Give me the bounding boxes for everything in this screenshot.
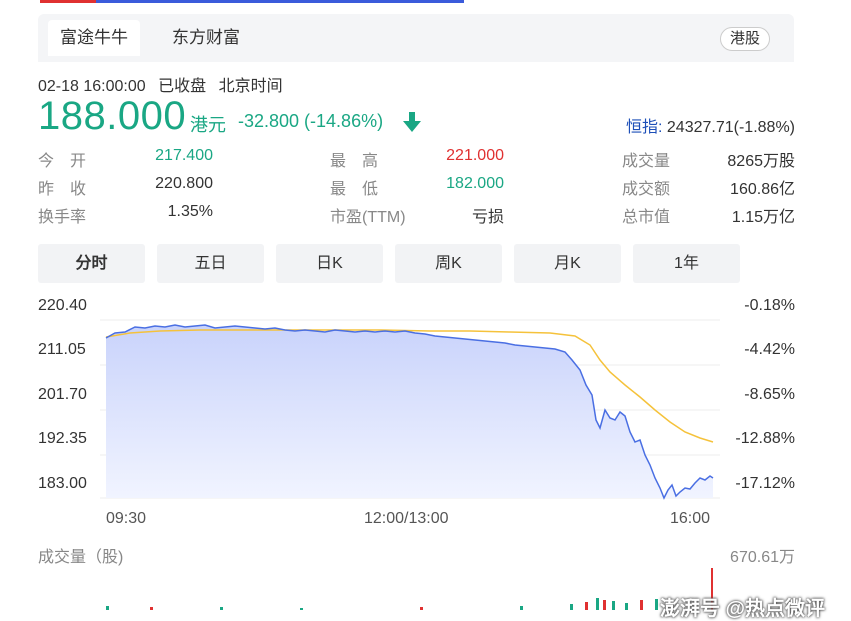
price-area	[106, 325, 713, 498]
volume-bar	[106, 606, 109, 610]
volume-bar	[570, 604, 573, 610]
volume-title: 成交量（股)	[38, 549, 124, 566]
x-label-open: 09:30	[106, 510, 147, 527]
volume-bar	[612, 601, 615, 610]
volume-bar	[603, 600, 606, 610]
volume-bar	[300, 608, 303, 610]
volume-max-label: 670.61万	[730, 549, 795, 566]
volume-bar	[220, 607, 223, 610]
volume-bars	[106, 568, 713, 610]
volume-bar	[585, 602, 588, 610]
x-label-close: 16:00	[670, 510, 711, 527]
x-label-midday: 12:00/13:00	[364, 510, 449, 527]
volume-bar	[655, 599, 658, 610]
volume-bar	[596, 598, 599, 610]
volume-bar	[420, 607, 423, 610]
volume-bar	[520, 606, 523, 610]
volume-bar	[625, 603, 628, 610]
volume-bar	[150, 607, 153, 610]
volume-bar	[640, 600, 643, 610]
watermark: 澎湃号 @热点微评	[660, 598, 826, 620]
